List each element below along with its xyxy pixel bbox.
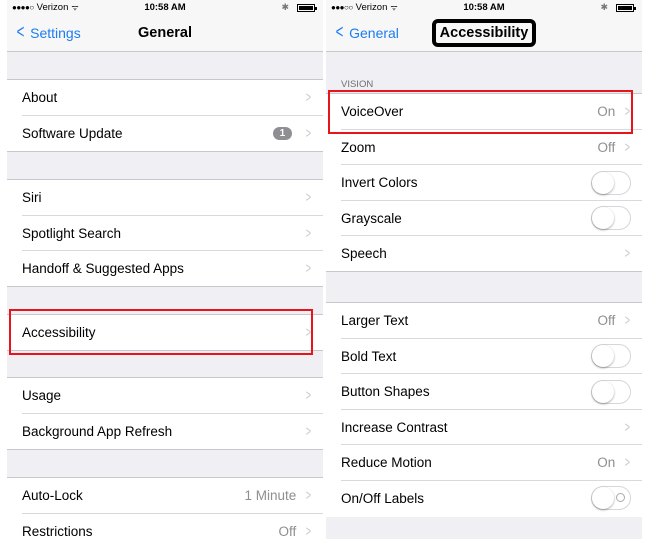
- chevron-right-icon: >: [305, 324, 312, 342]
- accessibility-screen: ●●●○○ Verizon ᯤ 10:58 AM ✱ < General Acc…: [326, 0, 642, 539]
- row-label: Auto-Lock: [22, 488, 83, 504]
- row-button-shapes: Button Shapes: [326, 374, 642, 410]
- row-label: Handoff & Suggested Apps: [22, 261, 184, 277]
- bluetooth-icon: ✱: [600, 2, 608, 12]
- page-title-container: Accessibility: [326, 19, 642, 47]
- row-auto-lock[interactable]: Auto-Lock 1 Minute >: [7, 478, 323, 514]
- auto-lock-value: 1 Minute: [244, 488, 297, 504]
- row-label: On/Off Labels: [341, 490, 425, 506]
- navigation-bar: < Settings General: [7, 15, 323, 52]
- row-siri[interactable]: Siri >: [7, 180, 323, 216]
- row-label: Reduce Motion: [341, 455, 432, 471]
- chevron-right-icon: >: [305, 522, 312, 539]
- row-accessibility[interactable]: Accessibility >: [7, 315, 323, 351]
- row-label: Invert Colors: [341, 175, 418, 191]
- row-label: Accessibility: [22, 325, 96, 341]
- chevron-right-icon: >: [305, 260, 312, 278]
- row-label: Software Update: [22, 125, 123, 141]
- row-label: Siri: [22, 190, 42, 206]
- row-about[interactable]: About >: [7, 80, 323, 116]
- battery-icon: [616, 3, 636, 12]
- status-time: 10:58 AM: [463, 2, 505, 13]
- row-restrictions[interactable]: Restrictions Off >: [7, 514, 323, 539]
- chevron-right-icon: >: [305, 189, 312, 207]
- row-label: Speech: [341, 246, 387, 262]
- display-group: Larger Text Off > Bold Text Button Shape…: [326, 302, 642, 517]
- battery-icon: [297, 3, 317, 12]
- settings-group-autolock: Auto-Lock 1 Minute > Restrictions Off >: [7, 477, 323, 539]
- chevron-right-icon: >: [305, 422, 312, 440]
- row-reduce-motion[interactable]: Reduce Motion On >: [326, 445, 642, 481]
- row-label: Grayscale: [341, 210, 402, 226]
- chevron-right-icon: >: [305, 487, 312, 505]
- reduce-motion-value: On: [597, 455, 616, 471]
- navigation-bar: < General Accessibility: [326, 15, 642, 52]
- page-title: General: [138, 25, 192, 41]
- chevron-right-icon: >: [624, 138, 631, 156]
- row-spotlight-search[interactable]: Spotlight Search >: [7, 216, 323, 251]
- chevron-right-icon: >: [624, 312, 631, 330]
- invert-colors-toggle[interactable]: [591, 170, 631, 195]
- chevron-right-icon: >: [305, 89, 312, 107]
- row-label: VoiceOver: [341, 104, 404, 120]
- row-label: Spotlight Search: [22, 225, 122, 241]
- chevron-right-icon: >: [624, 103, 631, 121]
- row-label: Background App Refresh: [22, 423, 173, 439]
- settings-group-usage: Usage > Background App Refresh >: [7, 377, 323, 450]
- row-zoom[interactable]: Zoom Off >: [326, 130, 642, 165]
- row-bold-text: Bold Text: [326, 339, 642, 374]
- voiceover-value: On: [597, 104, 616, 120]
- row-increase-contrast[interactable]: Increase Contrast >: [326, 410, 642, 445]
- row-invert-colors: Invert Colors: [326, 165, 642, 201]
- settings-group-about: About > Software Update 1 >: [7, 79, 323, 152]
- status-bar: ●●●○○ Verizon ᯤ 10:58 AM ✱: [326, 0, 642, 15]
- row-label: Button Shapes: [341, 384, 430, 400]
- section-header-vision: VISION: [341, 79, 374, 90]
- status-bar: ●●●●○ Verizon ᯤ 10:58 AM ✱: [7, 0, 323, 15]
- row-background-app-refresh[interactable]: Background App Refresh >: [7, 414, 323, 450]
- row-speech[interactable]: Speech >: [326, 236, 642, 272]
- update-count-badge: 1: [272, 126, 293, 140]
- chevron-right-icon: >: [624, 454, 631, 472]
- row-handoff[interactable]: Handoff & Suggested Apps >: [7, 251, 323, 287]
- row-label: About: [22, 90, 58, 106]
- row-software-update[interactable]: Software Update 1 >: [7, 116, 323, 152]
- chevron-right-icon: >: [624, 418, 631, 436]
- row-usage[interactable]: Usage >: [7, 378, 323, 414]
- status-time: 10:58 AM: [144, 2, 186, 13]
- larger-text-value: Off: [597, 313, 616, 329]
- chevron-right-icon: >: [305, 387, 312, 405]
- row-larger-text[interactable]: Larger Text Off >: [326, 303, 642, 339]
- on-off-labels-toggle[interactable]: [591, 486, 631, 511]
- row-label: Zoom: [341, 139, 376, 155]
- chevron-right-icon: >: [305, 124, 312, 142]
- chevron-right-icon: >: [305, 224, 312, 242]
- row-label: Larger Text: [341, 313, 409, 329]
- chevron-right-icon: >: [624, 245, 631, 263]
- zoom-value: Off: [597, 139, 616, 155]
- row-voiceover[interactable]: VoiceOver On >: [326, 94, 642, 130]
- button-shapes-toggle[interactable]: [591, 379, 631, 404]
- restrictions-value: Off: [278, 523, 297, 539]
- page-title: Accessibility: [431, 19, 537, 47]
- settings-group-accessibility: Accessibility >: [7, 314, 323, 351]
- row-grayscale: Grayscale: [326, 201, 642, 236]
- row-label: Increase Contrast: [341, 419, 448, 435]
- general-screen: ●●●●○ Verizon ᯤ 10:58 AM ✱ < Settings Ge…: [7, 0, 323, 539]
- settings-group-siri: Siri > Spotlight Search > Handoff & Sugg…: [7, 179, 323, 287]
- row-label: Bold Text: [341, 348, 397, 364]
- grayscale-toggle[interactable]: [591, 206, 631, 231]
- vision-group: VoiceOver On > Zoom Off > Invert Colors …: [326, 93, 642, 272]
- row-on-off-labels: On/Off Labels: [326, 481, 642, 517]
- bold-text-toggle[interactable]: [591, 344, 631, 369]
- row-label: Restrictions: [22, 523, 93, 539]
- row-label: Usage: [22, 388, 62, 404]
- bluetooth-icon: ✱: [281, 2, 289, 12]
